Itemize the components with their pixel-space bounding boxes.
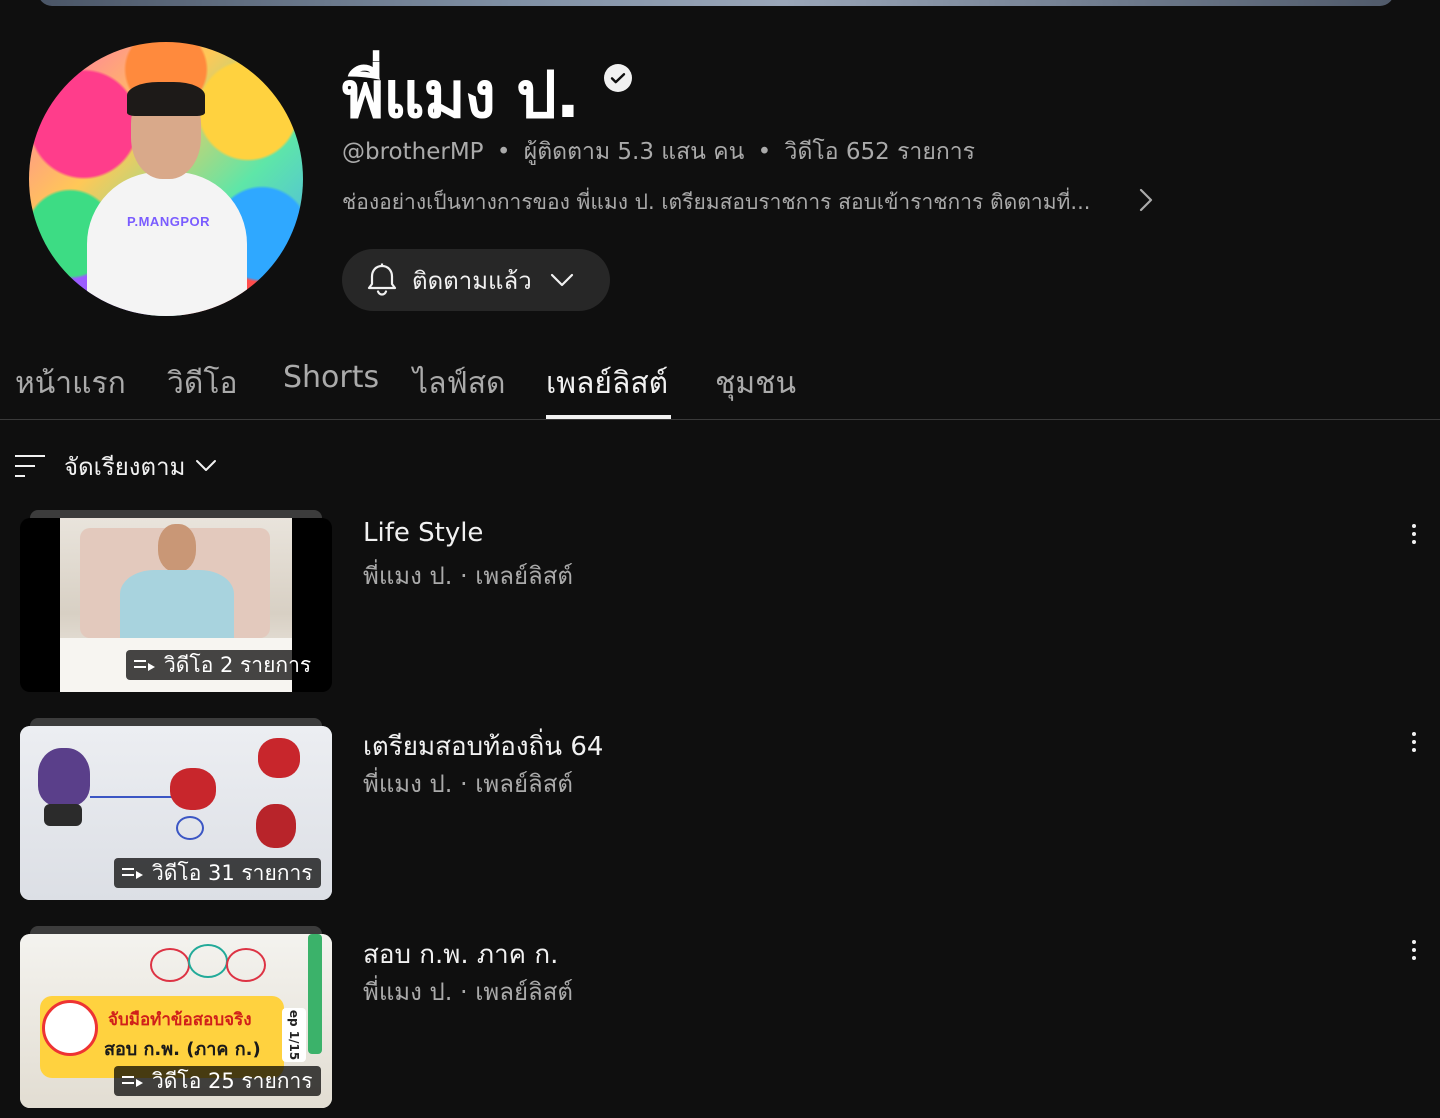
chevron-down-icon	[195, 459, 217, 473]
channel-tabs: หน้าแรก วิดีโอ Shorts ไลฟ์สด เพลย์ลิสต์ …	[0, 340, 1440, 420]
sort-lines-icon	[14, 453, 46, 479]
subscriber-count: ผู้ติดตาม 5.3 แสน คน	[523, 139, 745, 165]
sort-button[interactable]: จัดเรียงตาม	[14, 448, 217, 484]
video-count-badge: วิดีโอ 2 รายการ	[126, 650, 320, 680]
playlist-title[interactable]: สอบ ก.พ. ภาค ก.	[363, 934, 558, 975]
playlist-thumbnail[interactable]: วิดีโอ 2 รายการ	[20, 518, 332, 692]
channel-meta: @brotherMP • ผู้ติดตาม 5.3 แสน คน • วิดี…	[342, 134, 975, 170]
playlist-thumbnail[interactable]: วิดีโอ 31 รายการ	[20, 726, 332, 900]
video-count-badge: วิดีโอ 31 รายการ	[114, 858, 321, 888]
meta-separator: •	[757, 139, 772, 165]
playlist-title[interactable]: Life Style	[363, 518, 483, 548]
playlist-play-icon	[134, 658, 156, 672]
avatar-shirt	[87, 172, 247, 316]
more-vert-icon[interactable]	[1400, 728, 1428, 756]
playlist-thumbnail[interactable]: จับมือทำข้อสอบจริง สอบ ก.พ. (ภาค ก.) ep …	[20, 934, 332, 1108]
video-count-badge: วิดีโอ 25 รายการ	[114, 1066, 321, 1096]
channel-handle: @brotherMP	[342, 139, 484, 165]
thumbnail-subheadline: สอบ ก.พ. (ภาค ก.)	[104, 1039, 261, 1060]
playlist-title[interactable]: เตรียมสอบท้องถิ่น 64	[363, 726, 603, 767]
tab-live[interactable]: ไลฟ์สด	[413, 360, 506, 407]
avatar-hair	[127, 82, 205, 116]
avatar-shirt-text: P.MANGPOR	[127, 214, 210, 229]
episode-tag: ep 1/15	[287, 1009, 301, 1061]
verified-check-icon	[604, 64, 632, 92]
playlist-play-icon	[122, 866, 144, 880]
channel-banner	[38, 0, 1394, 6]
video-count-text: วิดีโอ 2 รายการ	[164, 652, 312, 677]
channel-name: พี่แมง ป.	[342, 59, 580, 133]
sort-label: จัดเรียงตาม	[64, 452, 186, 481]
video-count-text: วิดีโอ 31 รายการ	[152, 860, 313, 885]
subscribed-button[interactable]: ติดตามแล้ว	[342, 249, 610, 311]
video-count: วิดีโอ 652 รายการ	[784, 139, 976, 165]
playlist-subtitle: พี่แมง ป. · เพลย์ลิสต์	[363, 770, 573, 798]
playlist-subtitle: พี่แมง ป. · เพลย์ลิสต์	[363, 978, 573, 1006]
playlist-item[interactable]: จับมือทำข้อสอบจริง สอบ ก.พ. (ภาค ก.) ep …	[0, 926, 1440, 1116]
tab-home[interactable]: หน้าแรก	[15, 360, 126, 407]
tab-videos[interactable]: วิดีโอ	[167, 360, 237, 407]
bell-icon	[366, 263, 398, 297]
active-tab-indicator	[546, 415, 671, 419]
tab-playlists[interactable]: เพลย์ลิสต์	[546, 360, 668, 407]
channel-avatar[interactable]: P.MANGPOR	[29, 42, 303, 316]
channel-description[interactable]: ช่องอย่างเป็นทางการของ พี่แมง ป. เตรียมส…	[342, 186, 1122, 219]
chevron-down-icon	[550, 273, 574, 287]
tab-shorts[interactable]: Shorts	[283, 360, 379, 395]
tab-community[interactable]: ชุมชน	[715, 360, 796, 407]
more-vert-icon[interactable]	[1400, 520, 1428, 548]
playlist-play-icon	[122, 1074, 144, 1088]
playlist-item[interactable]: วิดีโอ 2 รายการ Life Style พี่แมง ป. · เ…	[0, 510, 1440, 700]
more-vert-icon[interactable]	[1400, 936, 1428, 964]
meta-separator: •	[496, 139, 511, 165]
subscribed-label: ติดตามแล้ว	[412, 266, 532, 295]
video-count-text: วิดีโอ 25 รายการ	[152, 1068, 313, 1093]
playlist-subtitle: พี่แมง ป. · เพลย์ลิสต์	[363, 562, 573, 590]
chevron-right-icon[interactable]	[1134, 186, 1158, 214]
playlist-item[interactable]: วิดีโอ 31 รายการ เตรียมสอบท้องถิ่น 64 พี…	[0, 718, 1440, 908]
thumbnail-headline: จับมือทำข้อสอบจริง	[108, 1010, 252, 1030]
